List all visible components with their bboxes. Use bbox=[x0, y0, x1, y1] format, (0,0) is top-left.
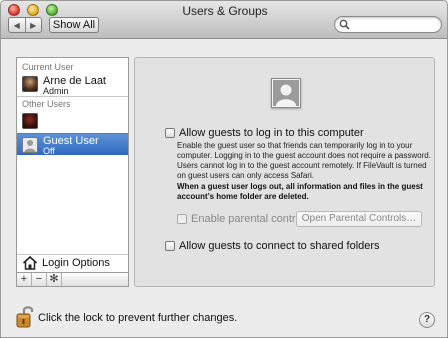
house-icon bbox=[22, 255, 38, 274]
show-all-button[interactable]: Show All bbox=[49, 17, 99, 33]
title-bar: Users & Groups ◀ ▶ Show All bbox=[1, 1, 447, 39]
allow-guest-login-label: Allow guests to log in to this computer bbox=[179, 127, 364, 139]
users-groups-window: Users & Groups ◀ ▶ Show All Current User… bbox=[0, 0, 448, 338]
open-parental-controls-button: Open Parental Controls… bbox=[296, 211, 422, 227]
parental-controls-checkbox bbox=[177, 214, 187, 224]
allow-guest-login-checkbox[interactable] bbox=[165, 128, 175, 138]
shared-folders-row[interactable]: Allow guests to connect to shared folder… bbox=[165, 240, 380, 252]
gear-icon[interactable]: ✻ bbox=[47, 273, 62, 286]
allow-guest-login-row[interactable]: Allow guests to log in to this computer bbox=[165, 127, 364, 139]
lock-icon[interactable] bbox=[15, 305, 35, 332]
guest-picture-icon[interactable] bbox=[271, 78, 301, 108]
avatar bbox=[22, 76, 38, 92]
user-role: Admin bbox=[43, 86, 69, 96]
search-input[interactable] bbox=[353, 18, 437, 31]
sidebar-button-bar: + − ✻ bbox=[16, 273, 129, 287]
guest-warning: When a guest user logs out, all informat… bbox=[177, 182, 423, 201]
shared-folders-label: Allow guests to connect to shared folder… bbox=[179, 240, 380, 252]
guest-settings-panel: Allow guests to log in to this computer … bbox=[134, 57, 435, 287]
help-button[interactable]: ? bbox=[419, 312, 435, 328]
parental-controls-label: Enable parental controls bbox=[191, 213, 310, 225]
avatar bbox=[22, 113, 38, 129]
sidebar-user-guest[interactable]: Guest User Off bbox=[17, 133, 128, 156]
search-icon bbox=[339, 19, 350, 33]
back-forward-control: ◀ ▶ bbox=[8, 17, 42, 33]
lock-status-text: Click the lock to prevent further change… bbox=[38, 312, 238, 324]
other-users-header: Other Users bbox=[22, 99, 71, 109]
parental-controls-row: Enable parental controls bbox=[177, 213, 310, 225]
sidebar-user-other[interactable] bbox=[17, 111, 128, 133]
remove-user-button[interactable]: − bbox=[32, 273, 47, 286]
users-sidebar: Current User Arne de Laat Admin Other Us… bbox=[16, 57, 129, 273]
guest-avatar-icon bbox=[22, 137, 38, 153]
current-user-header: Current User bbox=[22, 62, 74, 72]
sidebar-user-arne[interactable]: Arne de Laat Admin bbox=[17, 74, 128, 96]
chevron-right-icon[interactable]: ▶ bbox=[24, 18, 42, 32]
user-status: Off bbox=[43, 146, 55, 156]
guest-description: Enable the guest user so that friends ca… bbox=[177, 141, 431, 180]
login-options-item[interactable]: Login Options bbox=[17, 254, 128, 272]
shared-folders-checkbox[interactable] bbox=[165, 241, 175, 251]
add-user-button[interactable]: + bbox=[17, 273, 32, 286]
search-field[interactable] bbox=[334, 16, 442, 33]
chevron-left-icon[interactable]: ◀ bbox=[9, 18, 25, 32]
sidebar-divider bbox=[17, 96, 128, 97]
login-options-label: Login Options bbox=[42, 257, 110, 269]
